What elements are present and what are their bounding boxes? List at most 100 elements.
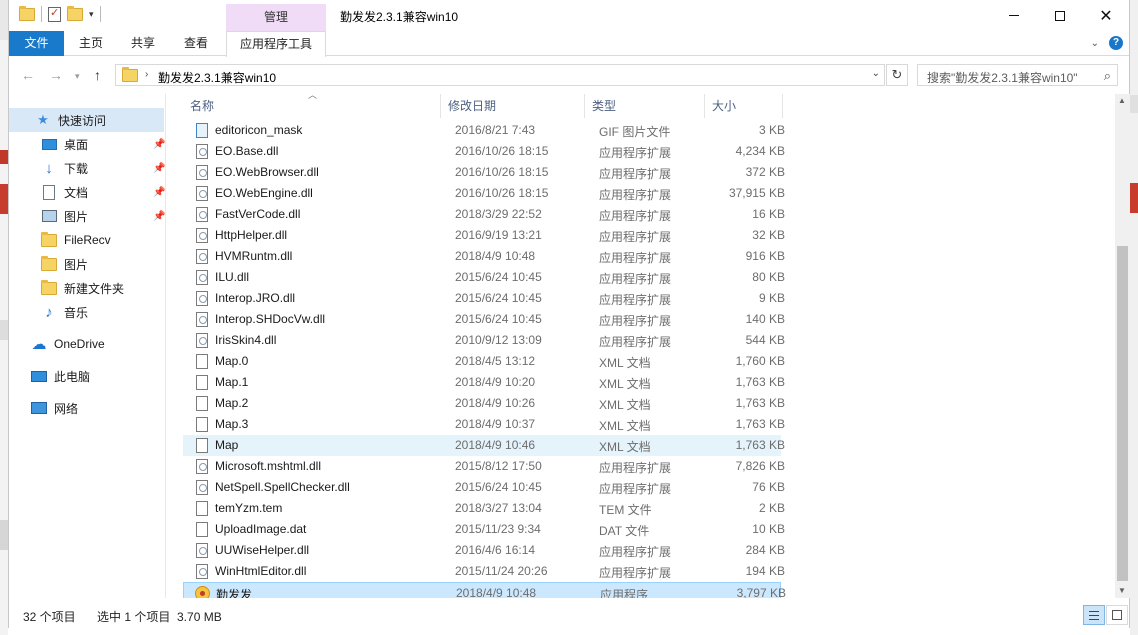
column-header-date[interactable]: 修改日期 (441, 94, 585, 118)
scrollbar-thumb[interactable] (1117, 246, 1128, 581)
close-button[interactable]: ✕ (1083, 0, 1129, 31)
column-header-size[interactable]: 大小 (705, 94, 783, 118)
file-name: UploadImage.dat (215, 522, 307, 536)
sidebar-item-music[interactable]: ♪ 音乐 (9, 300, 164, 324)
sidebar-item-pictures-folder[interactable]: 图片 (9, 252, 164, 276)
file-name: Interop.SHDocVw.dll (215, 312, 326, 326)
address-bar[interactable]: › 勤发发2.3.1兼容win10 ⌄ (115, 64, 885, 86)
file-row[interactable]: FastVerCode.dll 2018/3/29 22:52 应用程序扩展 16 K… (183, 204, 785, 225)
file-size: 4,234 KB (735, 144, 785, 158)
file-row[interactable]: NetSpell.SpellChecker.dll 2015/6/24 10:45… (183, 477, 785, 498)
breadcrumb-separator-icon[interactable]: › (145, 69, 148, 80)
file-row[interactable]: IrisSkin4.dll 2010/9/12 13:09 应用程序扩展 544 KB (183, 330, 785, 351)
file-type: 应用程序扩展 (599, 482, 672, 496)
scroll-up-arrow-icon[interactable]: ▲ (1118, 96, 1126, 105)
search-box[interactable]: 搜索"勤发发2.3.1兼容win10" ⌕ (917, 64, 1118, 86)
large-icons-view-icon (1112, 610, 1122, 620)
file-row[interactable]: temYzm.tem 2018/3/27 13:04 TEM 文件 2 KB (183, 498, 785, 519)
sidebar-item-network[interactable]: 网络 (9, 396, 164, 420)
file-name: ILU.dll (215, 270, 250, 284)
file-row[interactable]: HVMRuntm.dll 2018/4/9 10:48 应用程序扩展 916 KB (183, 246, 785, 267)
vertical-scrollbar[interactable]: ▲ ▼ (1115, 94, 1130, 598)
sidebar-item-downloads[interactable]: ↓ 下载 📌 (9, 156, 165, 180)
sidebar-item-label: 图片 (64, 257, 89, 272)
tab-home[interactable]: 主页 (69, 31, 113, 56)
sidebar-item-filerecv[interactable]: FileRecv (9, 228, 164, 252)
up-arrow-icon[interactable]: ↑ (94, 67, 101, 83)
tab-share[interactable]: 共享 (121, 31, 165, 56)
sidebar-item-this-pc[interactable]: 此电脑 (9, 364, 164, 388)
file-row[interactable]: EO.WebBrowser.dll 2016/10/26 18:15 应用程序扩展 3… (183, 162, 785, 183)
sidebar-item-new-folder[interactable]: 新建文件夹 (9, 276, 164, 300)
expand-ribbon-chevron-icon[interactable]: ⌄ (1091, 38, 1099, 49)
selection-info: 选中 1 个项目 3.70 MB (97, 610, 222, 624)
file-row[interactable]: ILU.dll 2015/6/24 10:45 应用程序扩展 80 KB (183, 267, 785, 288)
status-bar: 32 个项目 选中 1 个项目 3.70 MB (9, 603, 1129, 628)
file-row[interactable]: UUWiseHelper.dll 2016/4/6 16:14 应用程序扩展 284 … (183, 540, 785, 561)
new-folder-icon[interactable] (67, 5, 83, 21)
onedrive-icon: ☁ (31, 336, 47, 353)
file-row[interactable]: 勤发发 2018/4/9 10:48 应用程序 3,797 KB (183, 582, 786, 598)
file-row[interactable]: Interop.SHDocVw.dll 2015/6/24 10:45 应用程序扩展… (183, 309, 785, 330)
pin-icon[interactable]: 📌 (153, 187, 165, 198)
column-header-type[interactable]: 类型 (585, 94, 705, 118)
file-type: 应用程序扩展 (599, 272, 672, 286)
refresh-icon: ↻ (891, 67, 903, 82)
file-row[interactable]: WinHtmlEditor.dll 2015/11/24 20:26 应用程序扩展 1… (183, 561, 785, 582)
file-row[interactable]: Microsoft.mshtml.dll 2015/8/12 17:50 应用程序扩… (183, 456, 785, 477)
file-size: 9 KB (758, 291, 785, 305)
application-icon (195, 586, 210, 598)
file-row[interactable]: UploadImage.dat 2015/11/23 9:34 DAT 文件 10 K… (183, 519, 785, 540)
dll-file-icon (196, 543, 208, 558)
details-view-button[interactable] (1083, 605, 1105, 625)
sidebar-item-label: 图片 (64, 209, 89, 224)
large-icons-view-button[interactable] (1106, 605, 1128, 625)
sidebar-item-desktop[interactable]: 桌面 📌 (9, 132, 165, 156)
customize-toolbar-chevron-icon[interactable]: ▾ (89, 9, 94, 20)
search-placeholder: 搜索"勤发发2.3.1兼容win10" (927, 71, 1078, 85)
pin-icon[interactable]: 📌 (153, 139, 165, 150)
pin-icon[interactable]: 📌 (153, 211, 165, 222)
sidebar-item-documents[interactable]: 文档 📌 (9, 180, 165, 204)
tab-file[interactable]: 文件 (9, 31, 64, 56)
scroll-down-arrow-icon[interactable]: ▼ (1118, 586, 1126, 595)
breadcrumb-current-folder[interactable]: 勤发发2.3.1兼容win10 (158, 69, 276, 86)
file-row[interactable]: Map.2 2018/4/9 10:26 XML 文档 1,763 KB (183, 393, 785, 414)
file-date: 2015/11/23 9:34 (455, 522, 541, 536)
forward-arrow-icon[interactable]: → (49, 67, 63, 83)
pin-icon[interactable]: 📌 (153, 163, 165, 174)
file-row[interactable]: Interop.JRO.dll 2015/6/24 10:45 应用程序扩展 9 KB (183, 288, 785, 309)
recent-locations-chevron-icon[interactable]: ▾ (75, 71, 80, 82)
file-name: Microsoft.mshtml.dll (215, 459, 322, 473)
sidebar-item-label: 快速访问 (58, 113, 107, 128)
sidebar-item-quick-access[interactable]: ★ 快速访问 (9, 108, 164, 132)
star-icon: ★ (37, 112, 49, 127)
file-row[interactable]: EO.WebEngine.dll 2016/10/26 18:15 应用程序扩展 37… (183, 183, 785, 204)
minimize-button[interactable] (991, 0, 1037, 31)
sidebar-item-onedrive[interactable]: ☁ OneDrive (9, 332, 164, 356)
tab-view[interactable]: 查看 (174, 31, 218, 56)
sidebar-item-label: FileRecv (64, 233, 111, 247)
dll-file-icon (196, 144, 208, 159)
file-row[interactable]: Map.0 2018/4/5 13:12 XML 文档 1,760 KB (183, 351, 785, 372)
tab-application-tools[interactable]: 应用程序工具 (226, 31, 326, 57)
help-icon[interactable]: ? (1109, 36, 1123, 50)
file-row[interactable]: Map.1 2018/4/9 10:20 XML 文档 1,763 KB (183, 372, 785, 393)
back-arrow-icon[interactable]: ← (21, 67, 35, 83)
search-icon[interactable]: ⌕ (1104, 68, 1111, 84)
file-date: 2018/4/9 10:48 (455, 249, 536, 263)
file-row[interactable]: Map 2018/4/9 10:46 XML 文档 1,763 KB (183, 435, 785, 456)
file-row[interactable]: Map.3 2018/4/9 10:37 XML 文档 1,763 KB (183, 414, 785, 435)
maximize-button[interactable] (1037, 0, 1083, 31)
file-row[interactable]: editoricon_mask 2016/8/21 7:43 GIF 图片文件 3 K… (183, 120, 785, 141)
background-window-left (0, 0, 8, 635)
folder-icon[interactable] (19, 5, 35, 21)
properties-icon[interactable] (48, 6, 61, 22)
refresh-button[interactable]: ↻ (886, 64, 908, 86)
file-row[interactable]: HttpHelper.dll 2016/9/19 13:21 应用程序扩展 32 KB (183, 225, 785, 246)
sidebar-item-pictures[interactable]: 图片 📌 (9, 204, 165, 228)
address-history-chevron-icon[interactable]: ⌄ (872, 68, 880, 79)
network-icon (31, 402, 47, 414)
column-header-name[interactable]: 名称 (183, 94, 441, 118)
file-row[interactable]: EO.Base.dll 2016/10/26 18:15 应用程序扩展 4,234 K… (183, 141, 785, 162)
